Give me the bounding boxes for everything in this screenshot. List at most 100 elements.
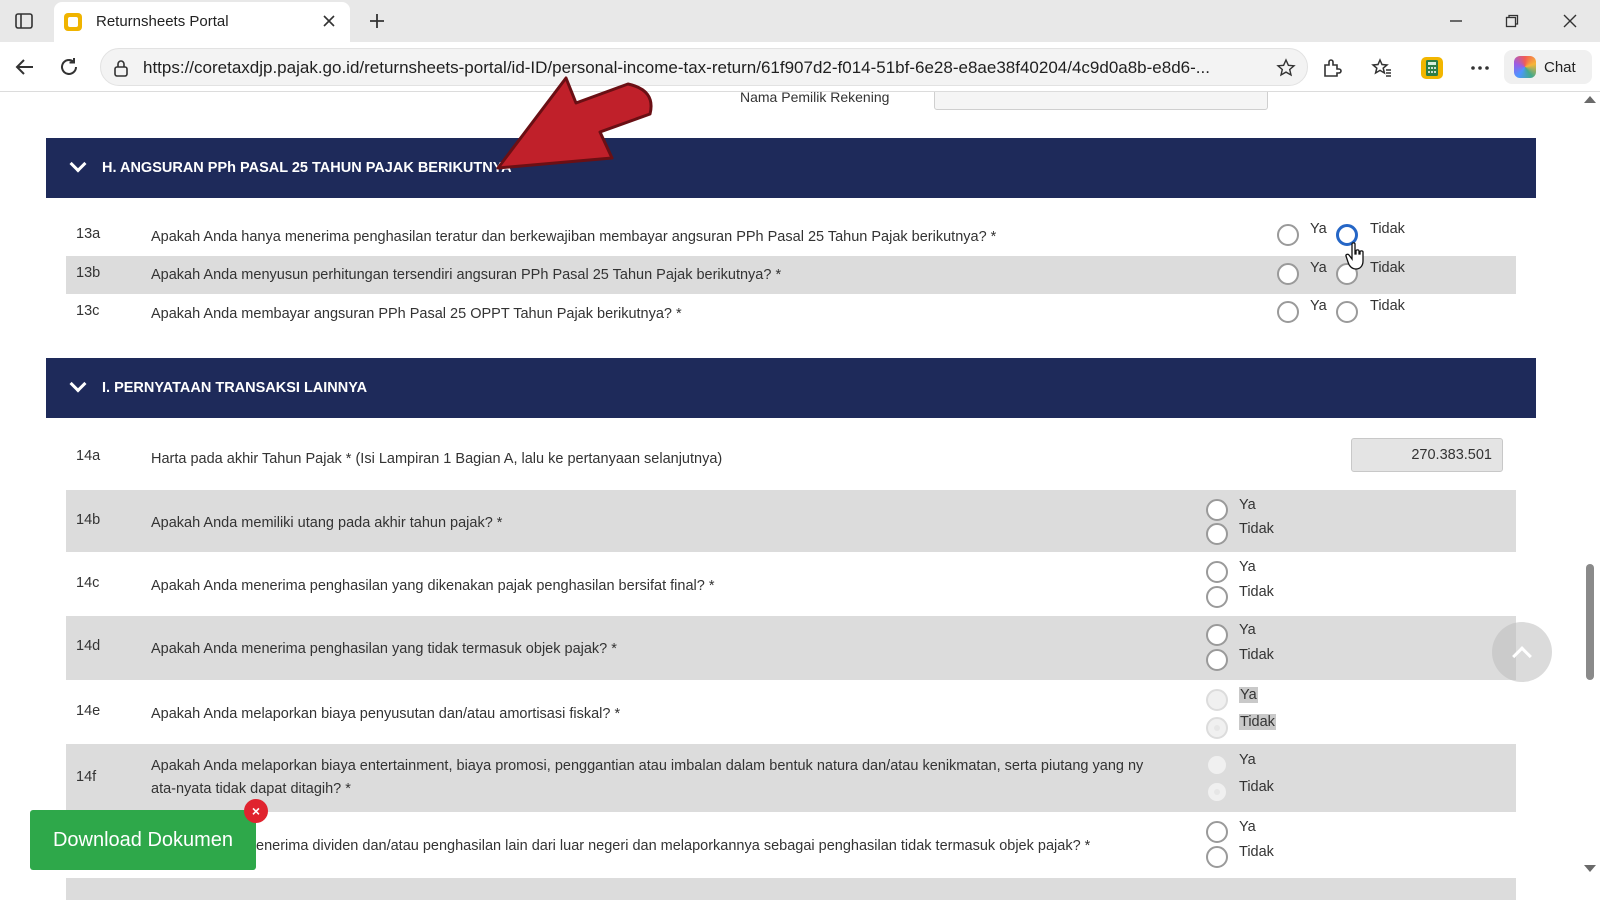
refresh-icon[interactable] [54,52,84,82]
chevron-down-icon [69,155,87,173]
radio-yes-13b[interactable] [1277,263,1299,285]
bank-owner-label: Nama Pemilik Rekening [740,92,890,105]
chevron-up-icon [1512,646,1532,666]
question-text: enerima dividen dan/atau penghasilan lai… [256,838,1091,854]
question-text: Apakah Anda memiliki utang pada akhir ta… [151,515,503,531]
url-text[interactable]: https://coretaxdjp.pajak.go.id/returnshe… [143,58,1263,78]
radio-yes-label: Ya [1310,298,1327,314]
radio-no-label: Tidak [1239,714,1276,730]
close-window-icon[interactable] [1548,6,1592,36]
harta-value-field[interactable]: 270.383.501 [1351,438,1503,472]
scroll-to-top-button[interactable] [1492,622,1552,682]
radio-yes-14g[interactable] [1206,821,1228,843]
copilot-icon [1514,56,1536,78]
radio-no-13c[interactable] [1336,301,1358,323]
plus-icon[interactable] [364,8,390,34]
question-row-14d: 14d Apakah Anda menerima penghasilan yan… [66,616,1516,680]
question-text-line1: Apakah Anda melaporkan biaya entertainme… [151,758,1144,774]
radio-no-14g[interactable] [1206,846,1228,868]
portal-favicon-icon [64,13,82,31]
radio-no-14c[interactable] [1206,586,1228,608]
radio-yes-14f[interactable] [1206,754,1228,776]
radio-yes-label: Ya [1239,497,1256,513]
page-scrollbar[interactable] [1580,92,1600,900]
radio-no-14b[interactable] [1206,523,1228,545]
download-document-button[interactable]: Download Dokumen [30,810,256,870]
question-row-13a: 13a Apakah Anda hanya menerima penghasil… [66,218,1516,256]
question-text: Apakah Anda hanya menerima penghasilan t… [151,229,997,245]
section-h-title: H. ANGSURAN PPh PASAL 25 TAHUN PAJAK BER… [102,160,512,176]
star-icon[interactable] [1275,57,1297,79]
radio-yes-13c[interactable] [1277,301,1299,323]
calculator-icon[interactable] [1418,54,1446,82]
question-row-13c: 13c Apakah Anda membayar angsuran PPh Pa… [66,294,1516,332]
chat-label: Chat [1544,58,1576,76]
radio-yes-14b[interactable] [1206,499,1228,521]
question-number: 14f [76,769,97,785]
question-row-13b: 13b Apakah Anda menyusun perhitungan ter… [66,256,1516,294]
radio-yes-label: Ya [1239,752,1256,768]
more-icon[interactable] [1466,54,1494,82]
chevron-down-icon [69,375,87,393]
radio-no-label: Tidak [1239,521,1274,537]
radio-yes-label: Ya [1239,559,1256,575]
radio-yes-14d[interactable] [1206,624,1228,646]
question-row-14e: 14e Apakah Anda melaporkan biaya penyusu… [66,680,1516,744]
browser-tab[interactable]: Returnsheets Portal [54,2,350,42]
question-row-14f: 14f Apakah Anda melaporkan biaya enterta… [66,744,1516,812]
radio-no-14f[interactable] [1206,781,1228,803]
question-row-14b: 14b Apakah Anda memiliki utang pada akhi… [66,490,1516,552]
question-number: 14c [76,575,100,591]
scrollbar-thumb[interactable] [1586,564,1594,680]
radio-no-label: Tidak [1239,779,1274,795]
tab-title: Returnsheets Portal [96,13,229,30]
question-row-14a: 14a Harta pada akhir Tahun Pajak * (Isi … [66,432,1516,480]
download-label: Download Dokumen [52,828,234,851]
favorites-icon[interactable] [1368,54,1396,82]
page-content[interactable]: Nama Pemilik Rekening H. ANGSURAN PPh PA… [0,92,1600,900]
question-text: Apakah Anda menyusun perhitungan tersend… [151,267,782,283]
restore-icon[interactable] [1490,6,1534,36]
browser-toolbar: https://coretaxdjp.pajak.go.id/returnshe… [0,42,1600,92]
extensions-icon[interactable] [1318,54,1346,82]
radio-no-label: Tidak [1239,844,1274,860]
question-number: 14b [76,512,101,528]
scroll-down-arrow-icon[interactable] [1584,865,1596,872]
radio-yes-label: Ya [1239,622,1256,638]
radio-no-14e[interactable] [1206,717,1228,739]
radio-yes-13a[interactable] [1277,224,1299,246]
radio-yes-label: Ya [1239,687,1258,703]
question-text: Apakah Anda melaporkan biaya penyusutan … [151,706,621,722]
radio-yes-label: Ya [1310,221,1327,237]
copilot-chat-button[interactable]: Chat [1504,50,1592,84]
question-text: Apakah Anda membayar angsuran PPh Pasal … [151,306,682,322]
address-bar[interactable]: https://coretaxdjp.pajak.go.id/returnshe… [100,48,1308,86]
sidebar-toggle-icon[interactable] [12,9,36,33]
lock-icon[interactable] [111,58,131,78]
radio-yes-label: Ya [1239,819,1256,835]
radio-no-14d[interactable] [1206,649,1228,671]
question-text: Apakah Anda menerima penghasilan yang ti… [151,641,617,657]
question-row-14g: enerima dividen dan/atau penghasilan lai… [66,812,1516,878]
radio-no-label: Tidak [1239,647,1274,663]
question-number: 14d [76,638,101,654]
minimize-icon[interactable] [1434,6,1478,36]
close-icon[interactable] [318,10,340,32]
dismiss-download-button[interactable]: × [244,799,268,823]
scroll-up-arrow-icon[interactable] [1584,96,1596,103]
question-row-14c: 14c Apakah Anda menerima penghasilan yan… [66,552,1516,616]
question-number: 13b [76,265,101,281]
back-arrow-icon[interactable] [10,52,40,82]
question-text-line2: ata-nyata tidak dapat ditagih? * [151,781,351,797]
radio-yes-14c[interactable] [1206,561,1228,583]
question-number: 13a [76,226,101,242]
section-h-header[interactable]: H. ANGSURAN PPh PASAL 25 TAHUN PAJAK BER… [46,138,1536,198]
radio-no-label: Tidak [1370,221,1405,237]
radio-no-label: Tidak [1370,298,1405,314]
browser-tab-bar: Returnsheets Portal [0,0,1600,42]
radio-yes-label: Ya [1310,260,1327,276]
bank-owner-input[interactable] [934,92,1268,110]
radio-yes-14e[interactable] [1206,689,1228,711]
section-i-header[interactable]: I. PERNYATAAN TRANSAKSI LAINNYA [46,358,1536,418]
question-text: Apakah Anda melaporkan biaya entertainme… [151,755,1181,801]
